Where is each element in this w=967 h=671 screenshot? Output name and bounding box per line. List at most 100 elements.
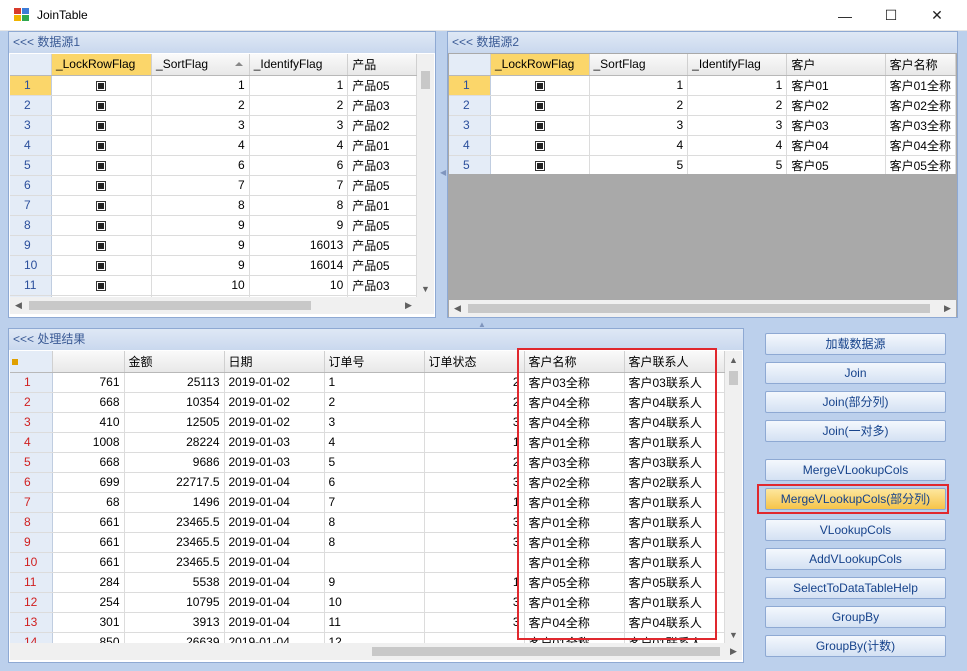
row-number[interactable]: 4: [449, 135, 491, 156]
order-no-cell[interactable]: 10: [324, 592, 425, 613]
identifyflag-cell[interactable]: 1: [249, 75, 349, 96]
col-header-customer-name[interactable]: 客户名称: [885, 54, 956, 76]
partial-cell[interactable]: 668: [52, 452, 125, 473]
order-status-cell[interactable]: 1: [424, 432, 525, 453]
groupby-button[interactable]: GroupBy: [765, 606, 946, 628]
checkbox-icon[interactable]: [96, 200, 107, 211]
scroll-thumb[interactable]: [729, 371, 738, 385]
scroll-down-arrow-icon[interactable]: ▼: [417, 280, 434, 297]
row-number[interactable]: 5: [10, 155, 52, 176]
col-header-date[interactable]: 日期: [224, 351, 325, 373]
sortflag-cell[interactable]: 4: [589, 135, 689, 156]
select-to-datatable-help-button[interactable]: SelectToDataTableHelp: [765, 577, 946, 599]
date-cell[interactable]: 2019-01-02: [224, 412, 325, 433]
product-cell[interactable]: 产品05: [347, 255, 417, 276]
identifyflag-cell[interactable]: 7: [249, 175, 349, 196]
scroll-thumb[interactable]: [421, 71, 430, 89]
col-header-product[interactable]: 产品: [347, 54, 417, 76]
customer-cell[interactable]: 客户04: [786, 135, 886, 156]
table-row[interactable]: 2 2 2 产品03: [10, 95, 417, 116]
sortflag-cell[interactable]: 3: [151, 115, 250, 136]
order-no-cell[interactable]: [324, 552, 425, 573]
col-header-order-no[interactable]: 订单号: [324, 351, 425, 373]
amount-cell[interactable]: 3913: [124, 612, 225, 633]
order-status-cell[interactable]: [424, 632, 525, 643]
date-cell[interactable]: 2019-01-04: [224, 632, 325, 643]
partial-cell[interactable]: 661: [52, 532, 125, 553]
panel-result-header[interactable]: <<< 处理结果: [9, 329, 743, 350]
row-header-corner[interactable]: [10, 351, 53, 373]
col-header-identifyflag[interactable]: _IdentifyFlag: [687, 54, 788, 76]
table-row[interactable]: 6 7 7 产品05: [10, 175, 417, 196]
table-row[interactable]: 10 9 16014 产品05: [10, 255, 417, 276]
panel-datasource2-header[interactable]: <<< 数据源2: [448, 32, 957, 53]
sortflag-cell[interactable]: 2: [589, 95, 689, 116]
identifyflag-cell[interactable]: 3: [687, 115, 788, 136]
lockrow-cell[interactable]: [51, 195, 153, 216]
join-button[interactable]: Join: [765, 362, 946, 384]
sortflag-cell[interactable]: 9: [151, 235, 250, 256]
row-header-corner[interactable]: [10, 54, 52, 76]
row-number[interactable]: 10: [10, 552, 53, 573]
lockrow-cell[interactable]: [51, 215, 153, 236]
table-row[interactable]: 1 1 1 客户01 客户01全称: [449, 75, 956, 96]
col-header-amount[interactable]: 金额: [124, 351, 225, 373]
identifyflag-cell[interactable]: 4: [249, 135, 349, 156]
groupby-count-button[interactable]: GroupBy(计数): [765, 635, 946, 657]
col-header-sortflag[interactable]: _SortFlag: [589, 54, 689, 76]
order-no-cell[interactable]: 3: [324, 412, 425, 433]
row-number[interactable]: 4: [10, 135, 52, 156]
identifyflag-cell[interactable]: 4: [687, 135, 788, 156]
date-cell[interactable]: 2019-01-04: [224, 512, 325, 533]
row-number[interactable]: 5: [449, 155, 491, 174]
partial-cell[interactable]: 699: [52, 472, 125, 493]
row-number[interactable]: 1: [449, 75, 491, 96]
order-status-cell[interactable]: 1: [424, 492, 525, 513]
order-status-cell[interactable]: 2: [424, 452, 525, 473]
row-number[interactable]: 6: [10, 472, 53, 493]
partial-cell[interactable]: 761: [52, 372, 125, 393]
sortflag-cell[interactable]: 6: [151, 155, 250, 176]
row-number[interactable]: 7: [10, 492, 53, 513]
product-cell[interactable]: 产品03: [347, 275, 417, 296]
partial-cell[interactable]: 68: [52, 492, 125, 513]
scroll-thumb[interactable]: [468, 304, 930, 313]
join-partial-cols-button[interactable]: Join(部分列): [765, 391, 946, 413]
row-number[interactable]: 3: [10, 115, 52, 136]
scroll-up-arrow-icon[interactable]: ▲: [725, 351, 742, 368]
date-cell[interactable]: 2019-01-04: [224, 532, 325, 553]
partial-cell[interactable]: 284: [52, 572, 125, 593]
identifyflag-cell[interactable]: 1: [687, 75, 788, 96]
customer-name-cell[interactable]: 客户02全称: [885, 95, 956, 116]
row-number[interactable]: 11: [10, 275, 52, 296]
order-status-cell[interactable]: 3: [424, 412, 525, 433]
lockrow-cell[interactable]: [51, 115, 153, 136]
product-cell[interactable]: 产品05: [347, 175, 417, 196]
lockrow-cell[interactable]: [490, 155, 590, 174]
identifyflag-cell[interactable]: 3: [249, 115, 349, 136]
row-number[interactable]: 1: [10, 372, 53, 393]
sortflag-cell[interactable]: 4: [151, 135, 250, 156]
table-row[interactable]: 9 9 16013 产品05: [10, 235, 417, 256]
lockrow-cell[interactable]: [51, 255, 153, 276]
checkbox-icon[interactable]: [96, 220, 107, 231]
sortflag-cell[interactable]: 3: [589, 115, 689, 136]
table-row[interactable]: 4 4 4 产品01: [10, 135, 417, 156]
identifyflag-cell[interactable]: 2: [687, 95, 788, 116]
checkbox-icon[interactable]: [96, 140, 107, 151]
customer-name-cell[interactable]: 客户04全称: [885, 135, 956, 156]
amount-cell[interactable]: 23465.5: [124, 552, 225, 573]
checkbox-icon[interactable]: [96, 80, 107, 91]
amount-cell[interactable]: 23465.5: [124, 512, 225, 533]
close-button[interactable]: ✕: [914, 0, 960, 31]
date-cell[interactable]: 2019-01-03: [224, 452, 325, 473]
lockrow-cell[interactable]: [490, 75, 590, 96]
order-no-cell[interactable]: 6: [324, 472, 425, 493]
row-number[interactable]: 7: [10, 195, 52, 216]
sortflag-cell[interactable]: 2: [151, 95, 250, 116]
lockrow-cell[interactable]: [490, 115, 590, 136]
add-vlookup-cols-button[interactable]: AddVLookupCols: [765, 548, 946, 570]
checkbox-icon[interactable]: [534, 140, 545, 151]
partial-cell[interactable]: 410: [52, 412, 125, 433]
table-row[interactable]: 2 2 2 客户02 客户02全称: [449, 95, 956, 116]
